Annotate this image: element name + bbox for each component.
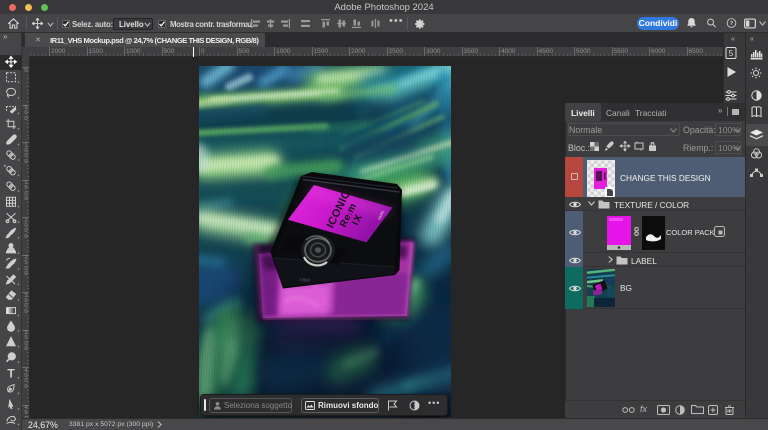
svg-text:T: T (7, 366, 15, 380)
svg-text:?: ? (730, 21, 734, 27)
svg-text:O880: O880 (299, 277, 311, 283)
svg-text:5: 5 (729, 49, 734, 58)
